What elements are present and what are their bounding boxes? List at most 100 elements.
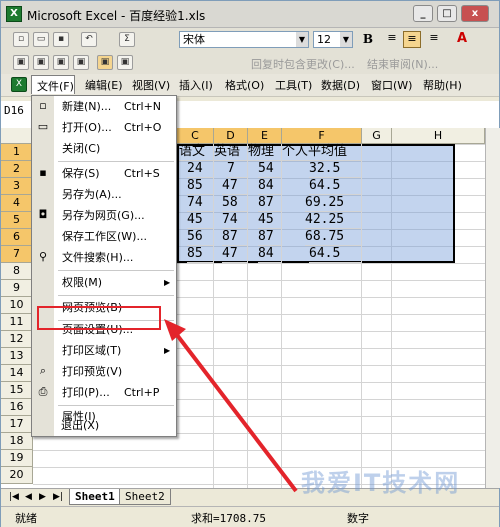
column-header[interactable]: E [248,128,282,144]
open-icon[interactable]: ▭ [33,32,49,47]
table-cell[interactable]: 47 [222,178,248,195]
reviewing-icon-6[interactable]: ▣ [117,55,133,70]
table-cell[interactable]: 69.25 [305,195,362,212]
font-color-icon[interactable]: A [453,31,471,48]
align-center-icon[interactable]: ≡ [403,31,421,48]
table-cell[interactable]: 24 [187,161,214,178]
reviewing-icon-1[interactable]: ▣ [13,55,29,70]
menu-file[interactable]: 文件(F) [31,75,75,94]
table-cell[interactable]: 58 [222,195,248,212]
table-cell[interactable]: 32.5 [309,161,362,178]
column-header[interactable]: G [362,128,392,144]
reviewing-icon-5[interactable]: ▣ [97,55,113,70]
table-cell[interactable]: 87 [258,229,282,246]
menu-help[interactable]: 帮助(H) [423,77,462,93]
table-cell[interactable]: 45 [258,212,282,229]
table-cell[interactable]: 74 [187,195,214,212]
row-header[interactable]: 16 [1,399,33,416]
maximize-button[interactable]: □ [437,5,457,22]
font-name-select[interactable]: 宋体 ▼ [179,31,309,48]
last-sheet-icon[interactable]: ▶| [53,492,63,502]
row-header[interactable]: 18 [1,433,33,450]
table-cell[interactable]: 45 [187,212,214,229]
first-sheet-icon[interactable]: |◀ [9,492,19,502]
bold-button[interactable]: B [359,31,377,48]
row-header[interactable]: 10 [1,297,33,314]
menu-item-save[interactable]: ▪ 保存(S) Ctrl+S [32,163,176,184]
menu-item-close[interactable]: 关闭(C) [32,138,176,159]
row-header[interactable]: 17 [1,416,33,433]
minimize-button[interactable]: _ [413,5,433,22]
row-header[interactable]: 7 [1,246,33,263]
menu-view[interactable]: 视图(V) [132,77,170,93]
cell-header-english[interactable]: 英语 [214,144,248,161]
table-cell[interactable]: 64.5 [309,246,362,263]
undo-icon[interactable]: ↶ [81,32,97,47]
table-cell[interactable]: 87 [222,229,248,246]
menu-item-print-preview[interactable]: ⌕ 打印预览(V) [32,361,176,382]
menu-data[interactable]: 数据(D) [321,77,360,93]
row-header[interactable]: 4 [1,195,33,212]
row-header[interactable]: 11 [1,314,33,331]
table-cell[interactable]: 56 [187,229,214,246]
menu-item-new[interactable]: ▫ 新建(N)... Ctrl+N [32,96,176,117]
cell-header-average[interactable]: 个人平均值 [282,144,362,161]
table-cell[interactable]: 84 [258,246,282,263]
row-header[interactable]: 5 [1,212,33,229]
table-cell[interactable]: 68.75 [305,229,362,246]
row-header[interactable]: 19 [1,450,33,467]
next-sheet-icon[interactable]: ▶ [39,492,46,502]
row-header[interactable]: 3 [1,178,33,195]
column-header[interactable]: H [392,128,485,144]
menu-tools[interactable]: 工具(T) [275,77,312,93]
row-header[interactable]: 15 [1,382,33,399]
menu-item-save-as-web[interactable]: ◘ 另存为网页(G)... [32,205,176,226]
row-header[interactable]: 1 [1,144,33,161]
row-header[interactable]: 13 [1,348,33,365]
close-button[interactable]: x [461,5,489,22]
menu-item-permission[interactable]: 权限(M) ▶ [32,272,176,293]
menu-item-open[interactable]: ▭ 打开(O)... Ctrl+O [32,117,176,138]
select-all-corner[interactable] [1,128,33,144]
autosum-icon[interactable]: Σ [119,32,135,47]
menu-edit[interactable]: 编辑(E) [85,77,123,93]
menu-item-save-workspace[interactable]: 保存工作区(W)... [32,226,176,247]
reviewing-icon-4[interactable]: ▣ [73,55,89,70]
table-cell[interactable]: 85 [187,178,214,195]
align-right-icon[interactable]: ≡ [425,31,443,48]
table-cell[interactable]: 74 [222,212,248,229]
new-icon[interactable]: ▫ [13,32,29,47]
column-header[interactable]: C [177,128,214,144]
menu-item-print-area[interactable]: 打印区域(T) ▶ [32,340,176,361]
cell-header-chinese[interactable]: 语文 [179,144,214,161]
column-header[interactable]: D [214,128,248,144]
row-header[interactable]: 8 [1,263,33,280]
table-cell[interactable]: 54 [258,161,282,178]
column-header[interactable]: F [282,128,362,144]
save-icon[interactable]: ▪ [53,32,69,47]
table-cell[interactable]: 84 [258,178,282,195]
menu-format[interactable]: 格式(O) [225,77,264,93]
row-header[interactable]: 12 [1,331,33,348]
table-cell[interactable]: 87 [258,195,282,212]
menu-item-save-as[interactable]: 另存为(A)... [32,184,176,205]
font-size-select[interactable]: 12 ▼ [313,31,353,48]
prev-sheet-icon[interactable]: ◀ [25,492,32,502]
reviewing-icon-2[interactable]: ▣ [33,55,49,70]
menu-item-exit[interactable]: 退出(X) [31,415,175,436]
row-header[interactable]: 14 [1,365,33,382]
end-review-button[interactable]: 结束审阅(N)... [367,56,438,72]
table-cell[interactable]: 47 [222,246,248,263]
reply-with-changes-button[interactable]: 回复时包含更改(C)... [251,56,355,72]
table-cell[interactable]: 64.5 [309,178,362,195]
vertical-scrollbar[interactable] [485,128,500,488]
sheet-tab-sheet1[interactable]: Sheet1 [69,489,121,505]
row-header[interactable]: 20 [1,467,33,484]
row-header[interactable]: 9 [1,280,33,297]
menu-insert[interactable]: 插入(I) [179,77,213,93]
menu-window[interactable]: 窗口(W) [371,77,412,93]
reviewing-icon-3[interactable]: ▣ [53,55,69,70]
menu-item-file-search[interactable]: ⚲ 文件搜索(H)... [32,247,176,268]
table-cell[interactable]: 85 [187,246,214,263]
align-left-icon[interactable]: ≡ [383,31,401,48]
